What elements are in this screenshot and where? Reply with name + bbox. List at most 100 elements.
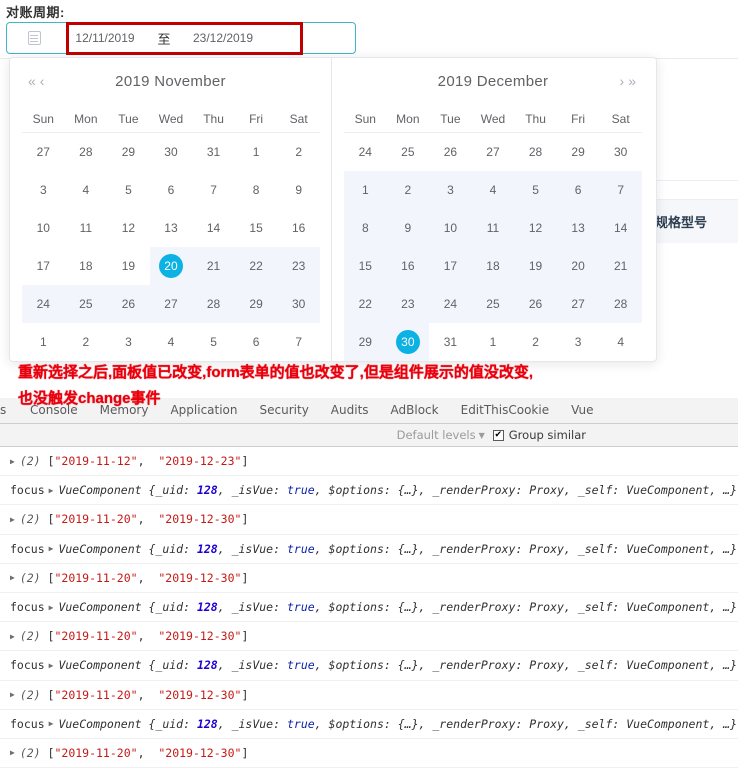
expand-triangle-icon[interactable]: ▶ [10,515,15,524]
expand-triangle-icon[interactable]: ▶ [49,603,54,612]
calendar-day-cell[interactable]: 14 [599,209,642,247]
date-range-picker-popup[interactable]: « ‹ 2019 November Sun Mon Tue Wed Thu Fri Sat … [9,57,657,362]
prev-month-icon[interactable]: ‹ [38,74,47,88]
calendar-day-cell[interactable]: 31 [192,133,235,172]
expand-triangle-icon[interactable]: ▶ [10,457,15,466]
calendar-day-cell[interactable]: 27 [22,133,65,172]
calendar-day-cell[interactable]: 1 [235,133,278,172]
calendar-day-cell[interactable]: 7 [192,171,235,209]
calendar-day-cell[interactable]: 4 [471,171,515,209]
calendar-day-cell[interactable]: 5 [514,171,557,209]
next-month-icon[interactable]: › [618,74,627,88]
calendar-day-cell[interactable]: 25 [387,133,430,172]
calendar-day-cell[interactable]: 29 [107,133,150,172]
calendar-day-cell[interactable]: 12 [107,209,150,247]
calendar-day-cell[interactable]: 30 [150,133,193,172]
console-log-row[interactable]: ▶ (2) ["2019-11-12", "2019-12-23"] [0,447,738,477]
calendar-day-cell[interactable]: 22 [234,247,278,285]
log-level-dropdown[interactable]: Default levels ▼ [397,428,485,442]
calendar-day-cell[interactable]: 6 [556,171,600,209]
expand-triangle-icon[interactable]: ▶ [10,690,15,699]
calendar-day-cell[interactable]: 9 [386,209,430,247]
calendar-day-cell[interactable]: 21 [599,247,642,285]
calendar-day-cell[interactable]: 8 [344,209,387,247]
calendar-day-cell[interactable]: 25 [64,285,108,323]
calendar-day-cell[interactable]: 10 [22,209,65,247]
calendar-day-cell[interactable]: 26 [107,285,150,323]
calendar-day-cell[interactable]: 17 [429,247,472,285]
calendar-day-cell[interactable]: 5 [192,323,235,361]
console-log-row[interactable]: ▶ (2) ["2019-11-20", "2019-12-30"] [0,505,738,535]
calendar-day-cell[interactable]: 2 [65,323,108,361]
calendar-day-cell[interactable]: 29 [557,133,600,172]
calendar-day-cell[interactable]: 29 [344,323,387,361]
calendar-day-cell[interactable]: 7 [277,323,320,361]
console-log-row[interactable]: ▶ (2) ["2019-11-20", "2019-12-30"] [0,564,738,593]
group-similar-checkbox[interactable]: ✔ [492,429,504,441]
calendar-day-cell[interactable]: 27 [472,133,515,172]
console-log-row[interactable]: ▶ (2) ["2019-11-20", "2019-12-30"] [0,622,738,652]
console-log-row[interactable]: focus ▶ VueComponent {_uid: 128, _isVue: t… [0,651,738,681]
calendar-day-cell[interactable]: 19 [107,247,150,285]
calendar-day-cell[interactable]: 11 [471,209,515,247]
calendar-day-cell[interactable]: 3 [429,171,472,209]
calendar-day-cell[interactable]: 30 [277,285,320,323]
calendar-day-cell[interactable]: 14 [192,209,235,247]
calendar-day-cell[interactable]: 13 [556,209,600,247]
calendar-day-cell[interactable]: 16 [277,209,320,247]
calendar-day-cell[interactable]: 28 [599,285,642,323]
calendar-day-cell[interactable]: 25 [471,285,515,323]
console-output[interactable]: ▶ (2) ["2019-11-12", "2019-12-23"] focus ▶ V… [0,447,738,768]
calendar-day-cell[interactable]: 23 [277,247,320,285]
calendar-day-cell[interactable]: 2 [386,171,430,209]
range-end-input[interactable]: 23/12/2019 [179,31,267,45]
calendar-day-cell[interactable]: 18 [471,247,515,285]
group-similar-toggle[interactable]: ✔ Group similar [492,428,586,442]
calendar-day-cell[interactable]: 28 [192,285,235,323]
range-start-input[interactable]: 12/11/2019 [61,31,149,45]
calendar-day-cell[interactable]: 23 [386,285,430,323]
calendar-day-cell[interactable]: 29 [234,285,278,323]
calendar-day-cell[interactable]: 28 [65,133,108,172]
calendar-day-cell[interactable]: 4 [599,323,642,361]
calendar-day-cell[interactable]: 2 [514,323,557,361]
calendar-day-cell[interactable]: 10 [429,209,472,247]
calendar-day-cell[interactable]: 28 [514,133,557,172]
calendar-day-cell[interactable]: 30 [599,133,642,172]
calendar-day-cell[interactable]: 4 [150,323,193,361]
calendar-day-cell[interactable]: 6 [150,171,193,209]
calendar-day-cell[interactable]: 26 [429,133,472,172]
calendar-day-cell[interactable]: 30 [386,323,430,361]
expand-triangle-icon[interactable]: ▶ [10,632,15,641]
calendar-day-cell[interactable]: 18 [65,247,108,285]
calendar-day-cell[interactable]: 1 [472,323,515,361]
calendar-day-cell[interactable]: 8 [235,171,278,209]
calendar-day-cell[interactable]: 19 [514,247,557,285]
calendar-day-cell[interactable]: 3 [22,171,65,209]
calendar-day-cell[interactable]: 22 [344,285,387,323]
expand-triangle-icon[interactable]: ▶ [49,544,54,553]
console-log-row[interactable]: focus ▶ VueComponent {_uid: 128, _isVue: t… [0,710,738,739]
console-log-row[interactable]: ▶ (2) ["2019-11-20", "2019-12-30"] [0,681,738,710]
calendar-day-cell[interactable]: 7 [599,171,642,209]
console-filter-bar[interactable]: Default levels ▼ ✔ Group similar [0,424,738,447]
calendar-day-cell[interactable]: 17 [22,247,65,285]
calendar-day-cell[interactable]: 3 [557,323,600,361]
calendar-day-cell[interactable]: 1 [344,171,387,209]
calendar-day-cell[interactable]: 3 [107,323,150,361]
calendar-day-cell[interactable]: 16 [386,247,430,285]
calendar-day-cell[interactable]: 26 [514,285,557,323]
expand-triangle-icon[interactable]: ▶ [10,748,15,757]
calendar-day-cell[interactable]: 27 [149,285,193,323]
calendar-day-cell[interactable]: 24 [429,285,472,323]
date-range-input[interactable]: 12/11/2019 至 23/12/2019 [6,22,356,54]
calendar-day-cell[interactable]: 2 [277,133,320,172]
calendar-day-cell[interactable]: 24 [22,285,65,323]
calendar-day-cell[interactable]: 20 [149,247,193,285]
calendar-day-cell[interactable]: 5 [107,171,150,209]
calendar-table-right[interactable]: Sun Mon Tue Wed Thu Fri Sat 24 25 26 27 28 29 30 1 2 3 4… [344,106,642,361]
calendar-day-cell[interactable]: 1 [22,323,65,361]
calendar-day-cell[interactable]: 11 [65,209,108,247]
calendar-day-cell[interactable]: 15 [344,247,387,285]
calendar-day-cell[interactable]: 9 [277,171,320,209]
